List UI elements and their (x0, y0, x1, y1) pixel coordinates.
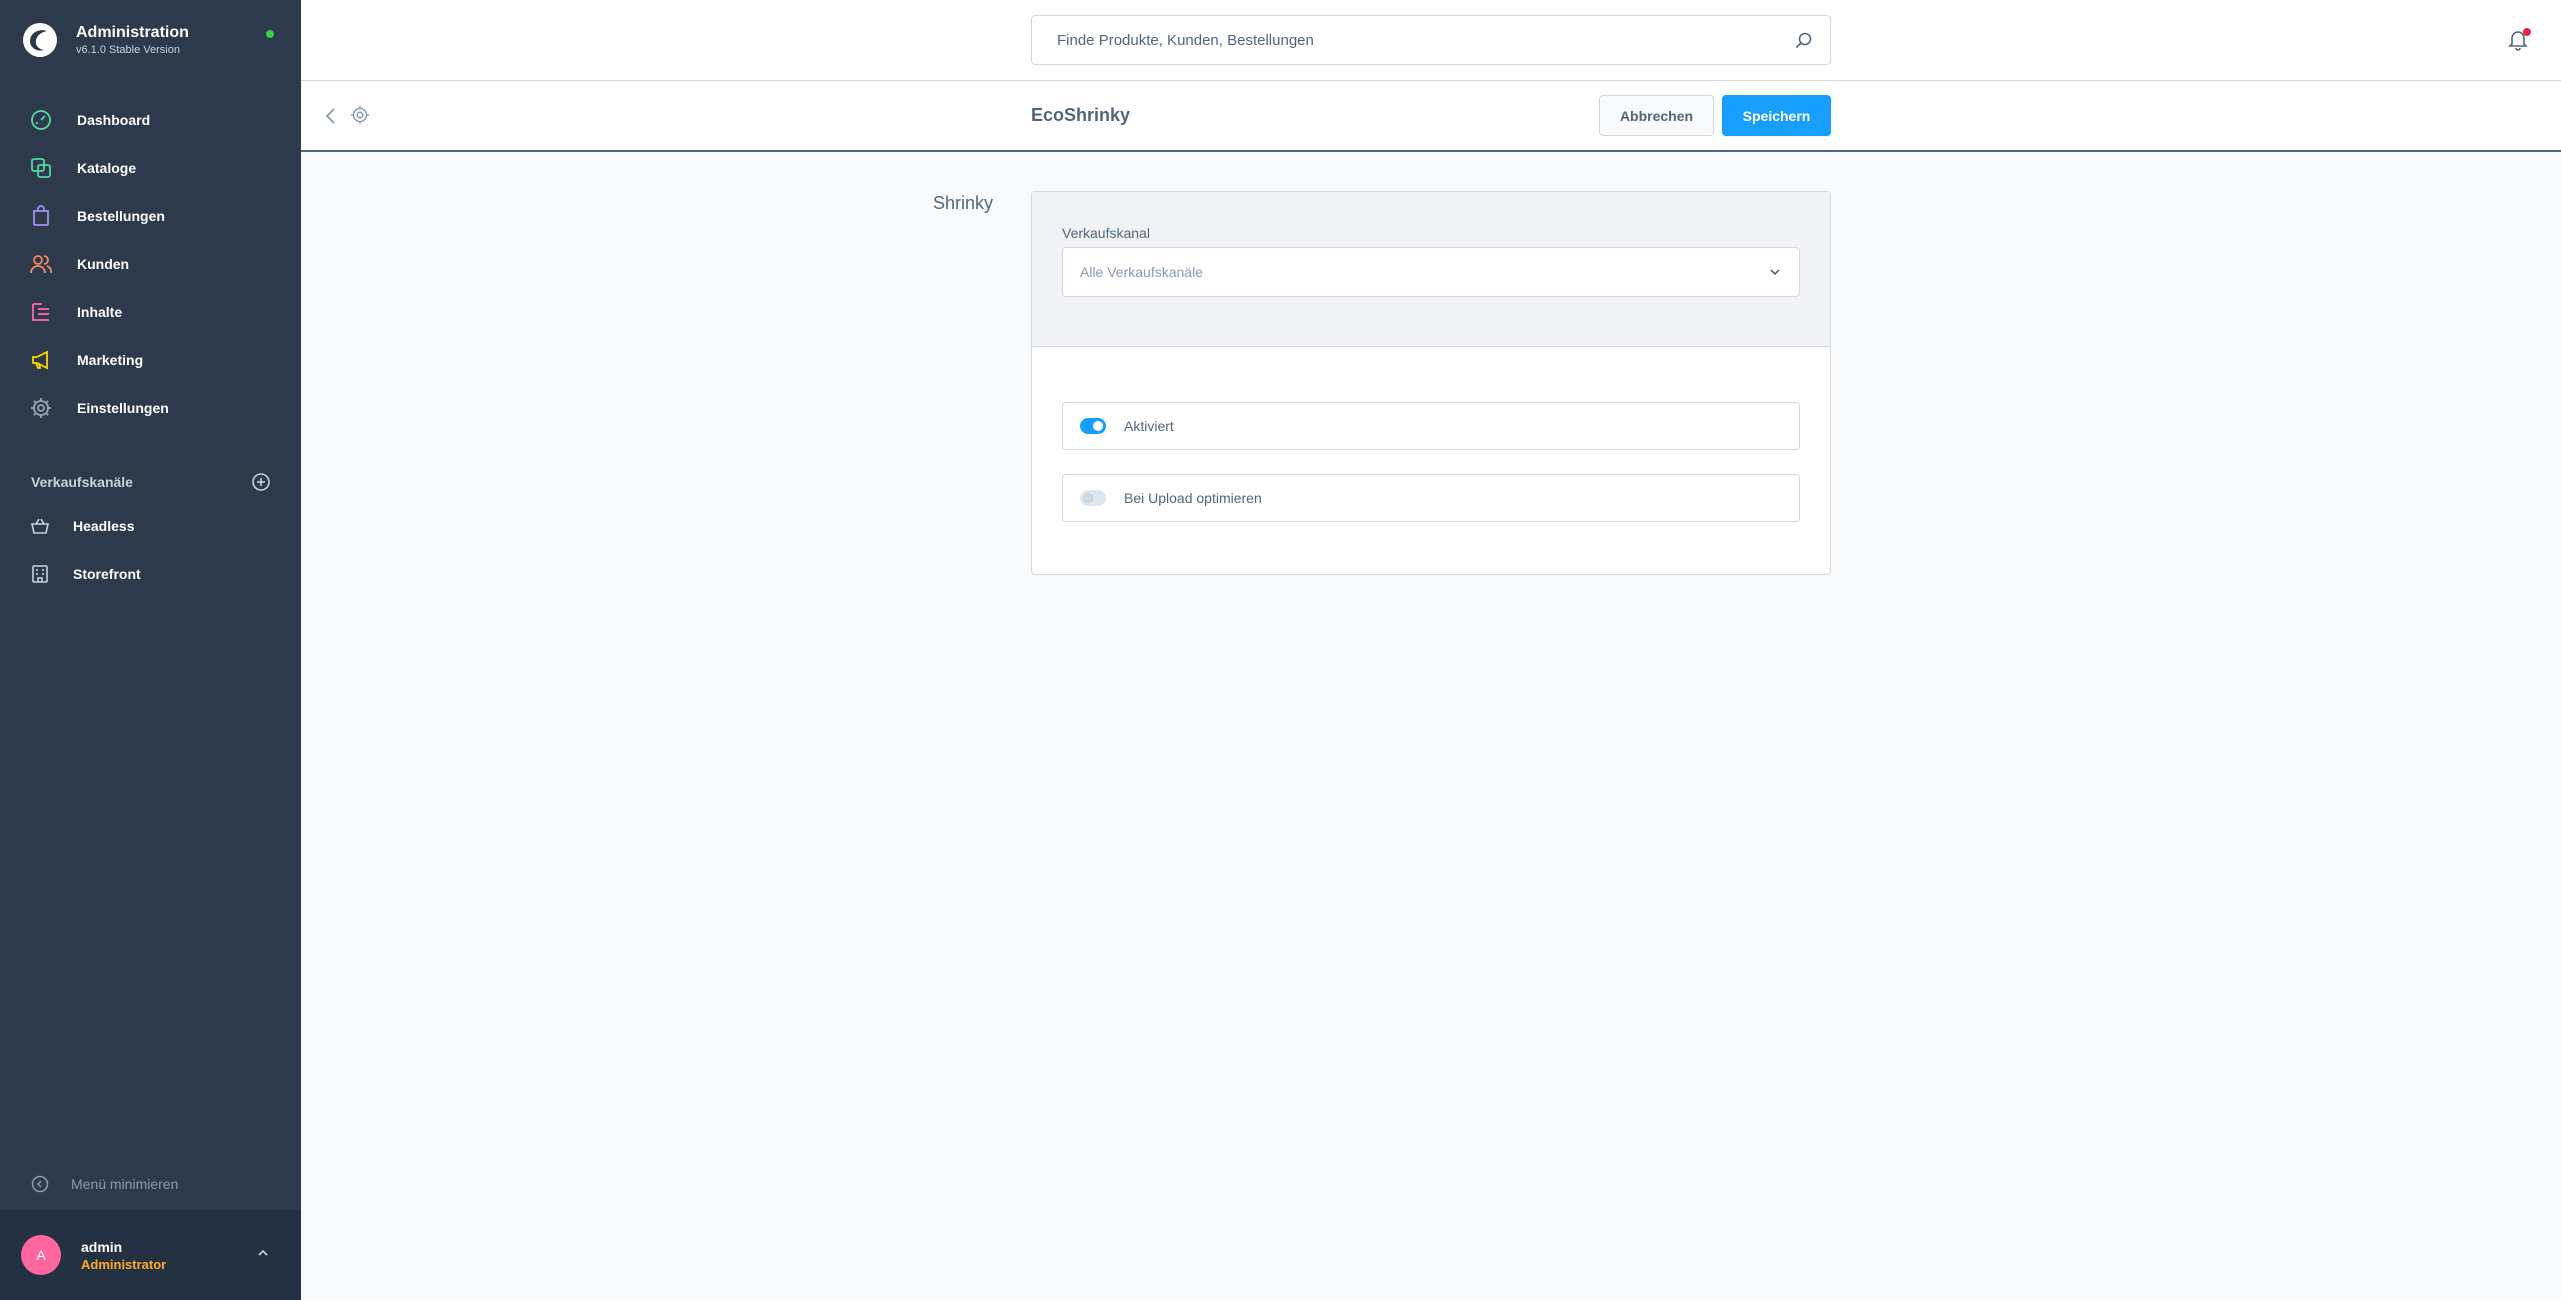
optimize-on-upload-switch[interactable] (1080, 490, 1106, 506)
switch-knob (1093, 421, 1103, 431)
sales-channel-select-value: Alle Verkaufskanäle (1080, 264, 1203, 280)
storefront-icon (32, 565, 48, 583)
optimize-on-upload-toggle-field[interactable]: Bei Upload optimieren (1062, 474, 1800, 522)
switch-knob (1083, 493, 1093, 503)
add-sales-channel-icon[interactable] (251, 472, 271, 492)
chevron-left-icon[interactable] (322, 105, 340, 127)
optimize-on-upload-toggle-label: Bei Upload optimieren (1124, 490, 1262, 506)
search-input[interactable] (1057, 31, 1757, 49)
user-role: Administrator (81, 1256, 167, 1272)
sidebar: Administration v6.1.0 Stable Version Das… (0, 0, 301, 1300)
minimize-menu-label: Menü minimieren (71, 1176, 179, 1192)
main-navigation: Dashboard Kataloge Bestellungen Kunden I… (0, 96, 301, 432)
sales-channel-select[interactable]: Alle Verkaufskanäle (1062, 247, 1800, 297)
activated-switch[interactable] (1080, 418, 1106, 434)
brand[interactable]: Administration v6.1.0 Stable Version (22, 22, 189, 58)
sidebar-item-marketing[interactable]: Marketing (0, 336, 301, 384)
shopware-logo-icon (23, 23, 57, 57)
sales-channels-header: Verkaufskanäle (31, 472, 271, 492)
card-section-label: Shrinky (933, 193, 994, 213)
sidebar-item-kunden[interactable]: Kunden (0, 240, 301, 288)
sidebar-item-headless[interactable]: Headless (0, 502, 301, 550)
page-title: EcoShrinky (1031, 105, 1131, 125)
avatar: A (21, 1235, 61, 1275)
sidebar-item-label: Marketing (77, 352, 144, 368)
activated-toggle-field[interactable]: Aktiviert (1062, 402, 1800, 450)
users-icon (30, 255, 52, 274)
sidebar-item-label: Dashboard (77, 112, 151, 128)
sidebar-item-label: Einstellungen (77, 400, 169, 416)
settings-icon[interactable] (350, 105, 370, 125)
activated-toggle-label: Aktiviert (1124, 418, 1174, 434)
content-icon (32, 303, 49, 321)
sales-channels-title: Verkaufskanäle (31, 474, 133, 490)
search-icon[interactable] (1794, 31, 1814, 51)
smart-bar: EcoShrinky Abbrechen Speichern (301, 81, 2561, 152)
catalog-icon (31, 158, 51, 178)
user-name: admin (81, 1238, 123, 1255)
app-version: v6.1.0 Stable Version (76, 43, 180, 56)
sidebar-item-label: Storefront (73, 566, 141, 582)
top-bar (301, 0, 2561, 81)
sidebar-item-label: Kataloge (77, 160, 137, 176)
basket-icon (31, 518, 49, 534)
notification-badge (2523, 28, 2531, 36)
chevron-up-icon[interactable] (255, 1245, 271, 1261)
save-button[interactable]: Speichern (1722, 95, 1831, 136)
sidebar-item-dashboard[interactable]: Dashboard (0, 96, 301, 144)
online-status-indicator (266, 30, 274, 38)
megaphone-icon (32, 350, 48, 370)
minimize-menu-button[interactable]: Menü minimieren (31, 1175, 178, 1193)
settings-card: Verkaufskanal Alle Verkaufskanäle Aktivi… (1031, 191, 1831, 575)
sidebar-item-inhalte[interactable]: Inhalte (0, 288, 301, 336)
chevron-down-icon (1770, 269, 1780, 276)
sidebar-item-einstellungen[interactable]: Einstellungen (0, 384, 301, 432)
dashboard-icon (31, 110, 51, 130)
sidebar-item-label: Bestellungen (77, 208, 165, 224)
gear-icon (31, 398, 51, 418)
chevron-left-circle-icon (31, 1175, 49, 1193)
bag-icon (33, 205, 49, 226)
global-search (1031, 15, 1831, 65)
app-title: Administration (76, 23, 189, 41)
sidebar-item-label: Inhalte (77, 304, 123, 320)
sidebar-item-kataloge[interactable]: Kataloge (0, 144, 301, 192)
cancel-button[interactable]: Abbrechen (1599, 95, 1714, 136)
sidebar-item-label: Kunden (77, 256, 130, 272)
sidebar-item-storefront[interactable]: Storefront (0, 550, 301, 598)
user-profile[interactable]: A admin Administrator (0, 1210, 301, 1300)
sales-channel-config-header: Verkaufskanal Alle Verkaufskanäle (1032, 192, 1830, 347)
sidebar-item-bestellungen[interactable]: Bestellungen (0, 192, 301, 240)
sales-channel-field-label: Verkaufskanal (1062, 225, 1150, 241)
sidebar-item-label: Headless (73, 518, 135, 534)
sales-channels-list: Headless Storefront (0, 502, 301, 598)
